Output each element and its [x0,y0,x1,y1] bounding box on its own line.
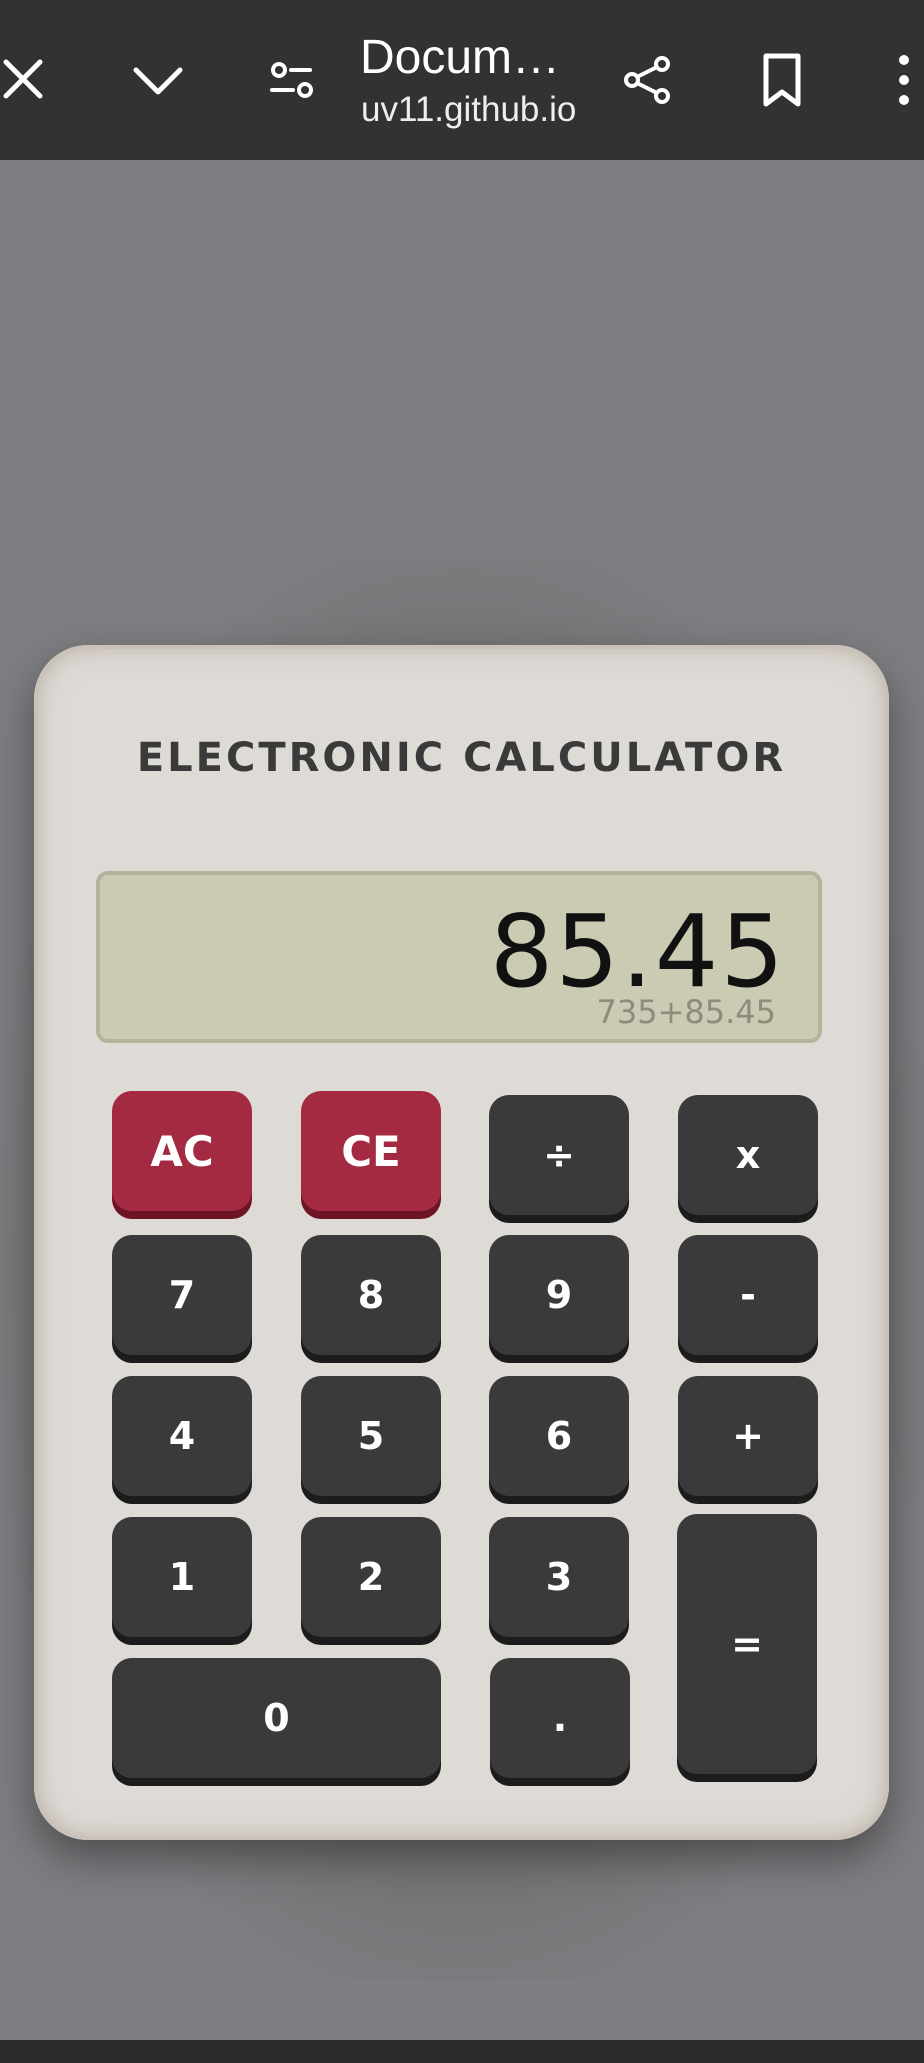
calculator-display: 85.45 735+85.45 [96,871,822,1043]
chevron-down-icon[interactable] [128,50,188,110]
browser-toolbar: Docum… uv11.github.io [0,0,924,160]
close-icon[interactable] [0,50,60,110]
two-button[interactable]: 2 [301,1517,441,1637]
minus-button[interactable]: - [678,1235,818,1355]
bookmark-icon[interactable] [754,50,814,110]
eight-button[interactable]: 8 [301,1235,441,1355]
multiply-button[interactable]: x [678,1095,818,1215]
ce-button[interactable]: CE [301,1091,441,1211]
zero-button[interactable]: 0 [112,1658,441,1778]
equals-button[interactable]: = [677,1514,817,1774]
decimal-button[interactable]: . [490,1658,630,1778]
seven-button[interactable]: 7 [112,1235,252,1355]
six-button[interactable]: 6 [489,1376,629,1496]
four-button[interactable]: 4 [112,1376,252,1496]
bottom-strip [0,2040,924,2063]
three-button[interactable]: 3 [489,1517,629,1637]
divide-button[interactable]: ÷ [489,1095,629,1215]
five-button[interactable]: 5 [301,1376,441,1496]
calculator: ELECTRONIC CALCULATOR 85.45 735+85.45 AC… [34,645,889,1840]
nine-button[interactable]: 9 [489,1235,629,1355]
page-url[interactable]: uv11.github.io [361,90,576,130]
page-title[interactable]: Docum… [360,30,560,85]
site-settings-icon[interactable] [262,50,322,110]
plus-button[interactable]: + [678,1376,818,1496]
share-icon[interactable] [618,50,678,110]
display-expression: 735+85.45 [596,993,777,1031]
one-button[interactable]: 1 [112,1517,252,1637]
ac-button[interactable]: AC [112,1091,252,1211]
more-vert-icon[interactable] [874,50,924,110]
calculator-title: ELECTRONIC CALCULATOR [136,735,787,781]
